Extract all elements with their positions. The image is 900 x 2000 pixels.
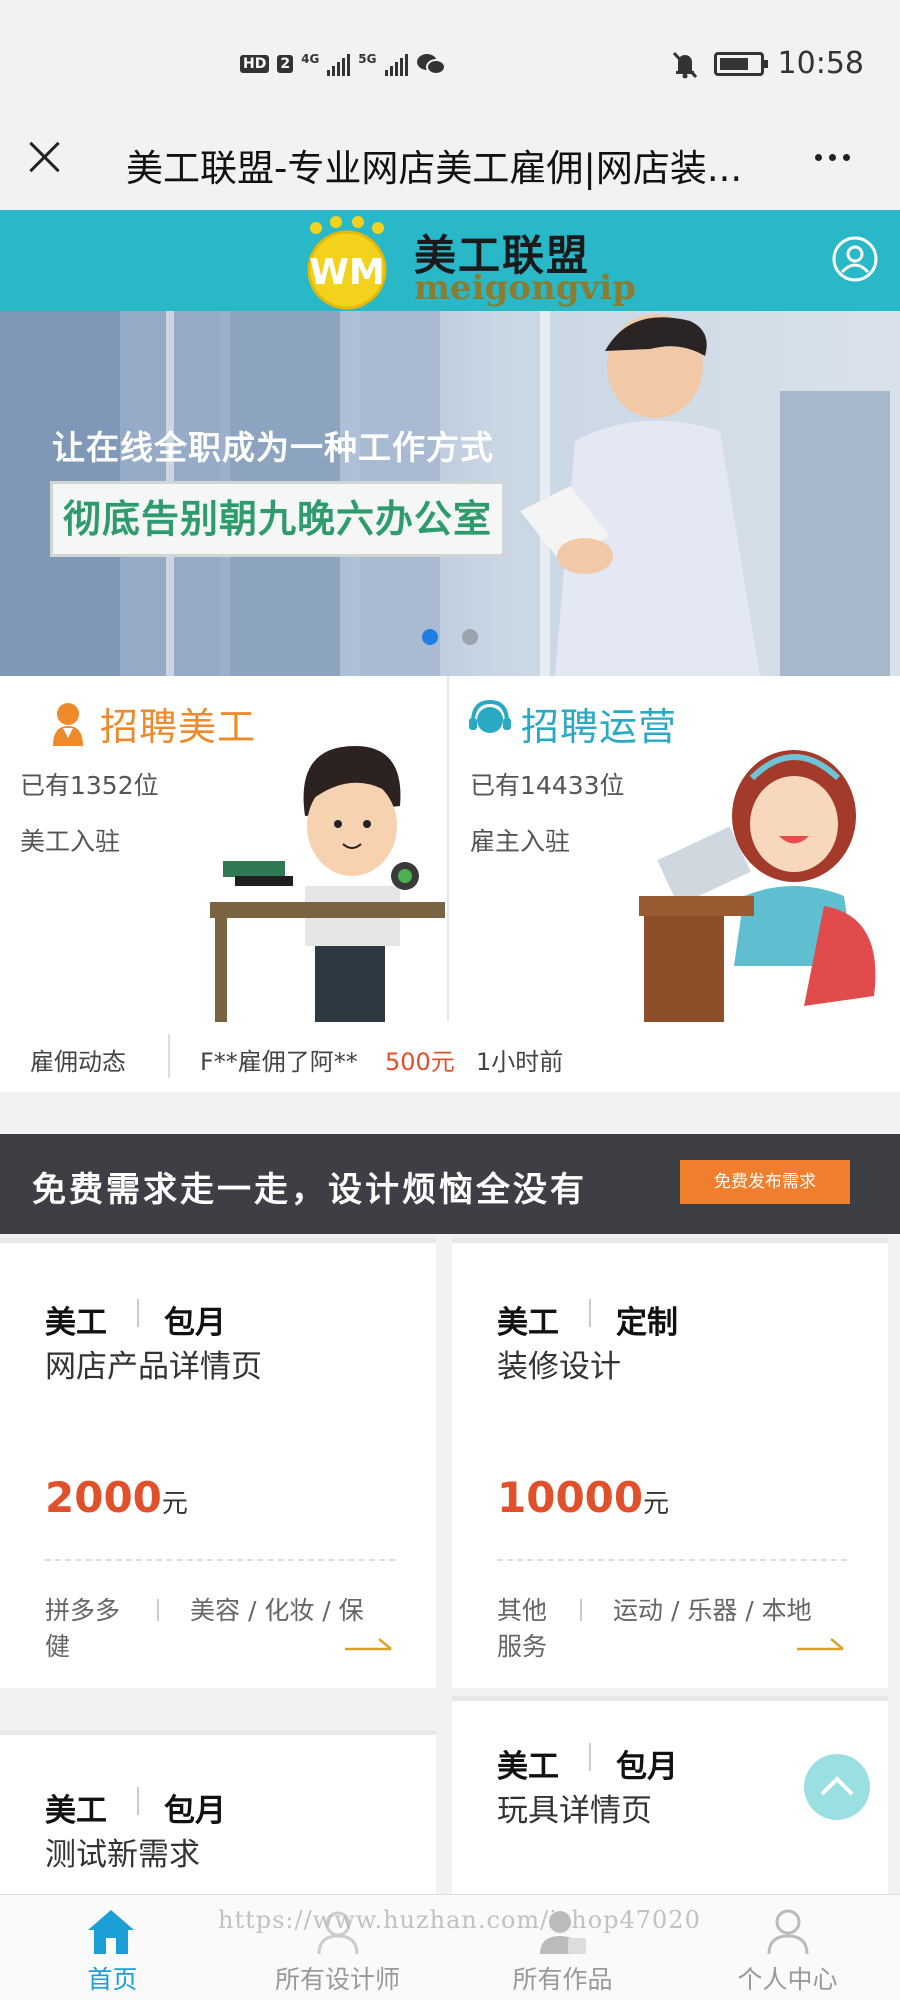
wechat-icon (416, 54, 446, 75)
signal-icon-2 (384, 52, 408, 76)
banner-headline: 让在线全职成为一种工作方式 (52, 428, 494, 467)
arrow-right-icon[interactable] (797, 1635, 847, 1655)
promo-text: 免费需求走一走，设计烦恼全没有 (32, 1170, 587, 1210)
demand-name: 测试新需求 (45, 1837, 200, 1873)
scroll-top-icon[interactable] (804, 1754, 900, 1820)
recruit-designer-count: 已有1352位 (20, 771, 159, 800)
demand-category: 美容 / 化妆 / 保健 (45, 1596, 364, 1661)
demand-mode: 包月 (616, 1749, 678, 1785)
demand-role: 美工 (45, 1793, 107, 1829)
logo-mark-text: WM (309, 252, 385, 293)
banner-slogan: 彻底告别朝九晚六办公室 (50, 481, 506, 557)
status-right: 10:58 (670, 46, 864, 81)
post-demand-button[interactable]: 免费发布需求 (680, 1160, 850, 1204)
account-icon[interactable] (832, 236, 878, 282)
ticker-text: F**雇佣了阿** (200, 1048, 358, 1076)
hire-ticker: 雇佣动态 F**雇佣了阿** 500元 1小时前 (0, 1022, 900, 1092)
demand-separator (137, 1787, 139, 1815)
nav-designers-label: 所有设计师 (274, 1965, 400, 1994)
net-4g-label: 4G (301, 52, 320, 66)
clock: 10:58 (777, 46, 864, 81)
recruit-designer-sub: 美工入驻 (20, 827, 121, 856)
demand-separator (589, 1299, 591, 1327)
demand-price-unit: 元 (161, 1489, 188, 1519)
demand-mode: 包月 (164, 1305, 226, 1341)
headset-icon (469, 699, 511, 733)
demand-name: 装修设计 (497, 1349, 621, 1385)
nav-profile[interactable]: 个人中心 (675, 1894, 900, 2000)
demand-separator (589, 1743, 591, 1771)
demand-mode: 包月 (164, 1793, 226, 1829)
businessman-figure (520, 314, 760, 676)
battery-icon (713, 51, 768, 76)
more-menu-icon[interactable] (815, 154, 850, 161)
recruit-operator-card[interactable]: 招聘运营 已有14433位 雇主入驻 (449, 676, 900, 1022)
close-icon[interactable] (28, 140, 62, 174)
nav-home[interactable]: 首页 (0, 1894, 225, 2000)
demand-separator (137, 1299, 139, 1327)
nav-profile-label: 个人中心 (737, 1965, 838, 1994)
demand-divider (45, 1559, 395, 1561)
demand-card[interactable]: 美工 包月 测试新需求 (0, 1730, 436, 1894)
user-icon (767, 1909, 809, 1955)
demand-category: 运动 / 乐器 / 本地服务 (497, 1596, 812, 1661)
demand-role: 美工 (45, 1305, 107, 1341)
designer-avatar-icon (53, 703, 83, 746)
nav-home-label: 首页 (87, 1965, 138, 1994)
carousel-dot-2[interactable] (462, 629, 478, 645)
home-icon (88, 1910, 134, 1954)
logo-subtitle: meigongvip (414, 268, 636, 308)
ticker-time: 1小时前 (476, 1048, 564, 1076)
demand-divider (497, 1559, 847, 1561)
sim-badge: 2 (277, 55, 294, 73)
demand-price: 2000元 (45, 1473, 188, 1522)
recruit-operator-count: 已有14433位 (470, 771, 625, 800)
ticker-amount: 500元 (385, 1048, 455, 1076)
demand-mode: 定制 (616, 1305, 678, 1341)
demand-card[interactable]: 美工 包月 网店产品详情页 2000元 拼多多 美容 / 化妆 / 保健 (0, 1238, 436, 1688)
ticker-divider (168, 1034, 170, 1078)
ticker-label: 雇佣动态 (30, 1048, 126, 1076)
arrow-right-icon[interactable] (345, 1635, 395, 1655)
watermark-text: https://www.huzhan.com/ishop47020 (218, 1906, 701, 1934)
demand-role: 美工 (497, 1305, 559, 1341)
status-left: HD 2 4G 5G (240, 52, 446, 76)
designer-illustration (210, 746, 445, 1022)
net-5g-label: 5G (358, 52, 377, 66)
hd-badge: HD (240, 55, 270, 73)
recruit-operator-sub: 雇主入驻 (470, 827, 571, 856)
logo-icon[interactable]: WM (294, 214, 400, 310)
demand-role: 美工 (497, 1749, 559, 1785)
recruit-designer-card[interactable]: 招聘美工 已有1352位 美工入驻 (0, 676, 447, 1022)
mute-bell-icon (672, 51, 697, 78)
demand-name: 玩具详情页 (497, 1793, 652, 1829)
signal-icon (327, 52, 351, 76)
page-title: 美工联盟-专业网店美工雇佣|网店装... (126, 147, 743, 190)
demand-name: 网店产品详情页 (45, 1349, 262, 1385)
banner-carousel[interactable]: 让在线全职成为一种工作方式 彻底告别朝九晚六办公室 (0, 311, 900, 676)
demand-card[interactable]: 美工 定制 装修设计 10000元 其他 运动 / 乐器 / 本地服务 (452, 1238, 888, 1688)
operator-illustration (639, 750, 876, 1022)
status-bar: HD 2 4G 5G 10:58 (0, 0, 900, 130)
demand-price: 10000元 (497, 1473, 670, 1522)
nav-works-label: 所有作品 (512, 1965, 613, 1994)
demand-price-unit: 元 (643, 1489, 670, 1519)
carousel-dot-1[interactable] (422, 629, 438, 645)
